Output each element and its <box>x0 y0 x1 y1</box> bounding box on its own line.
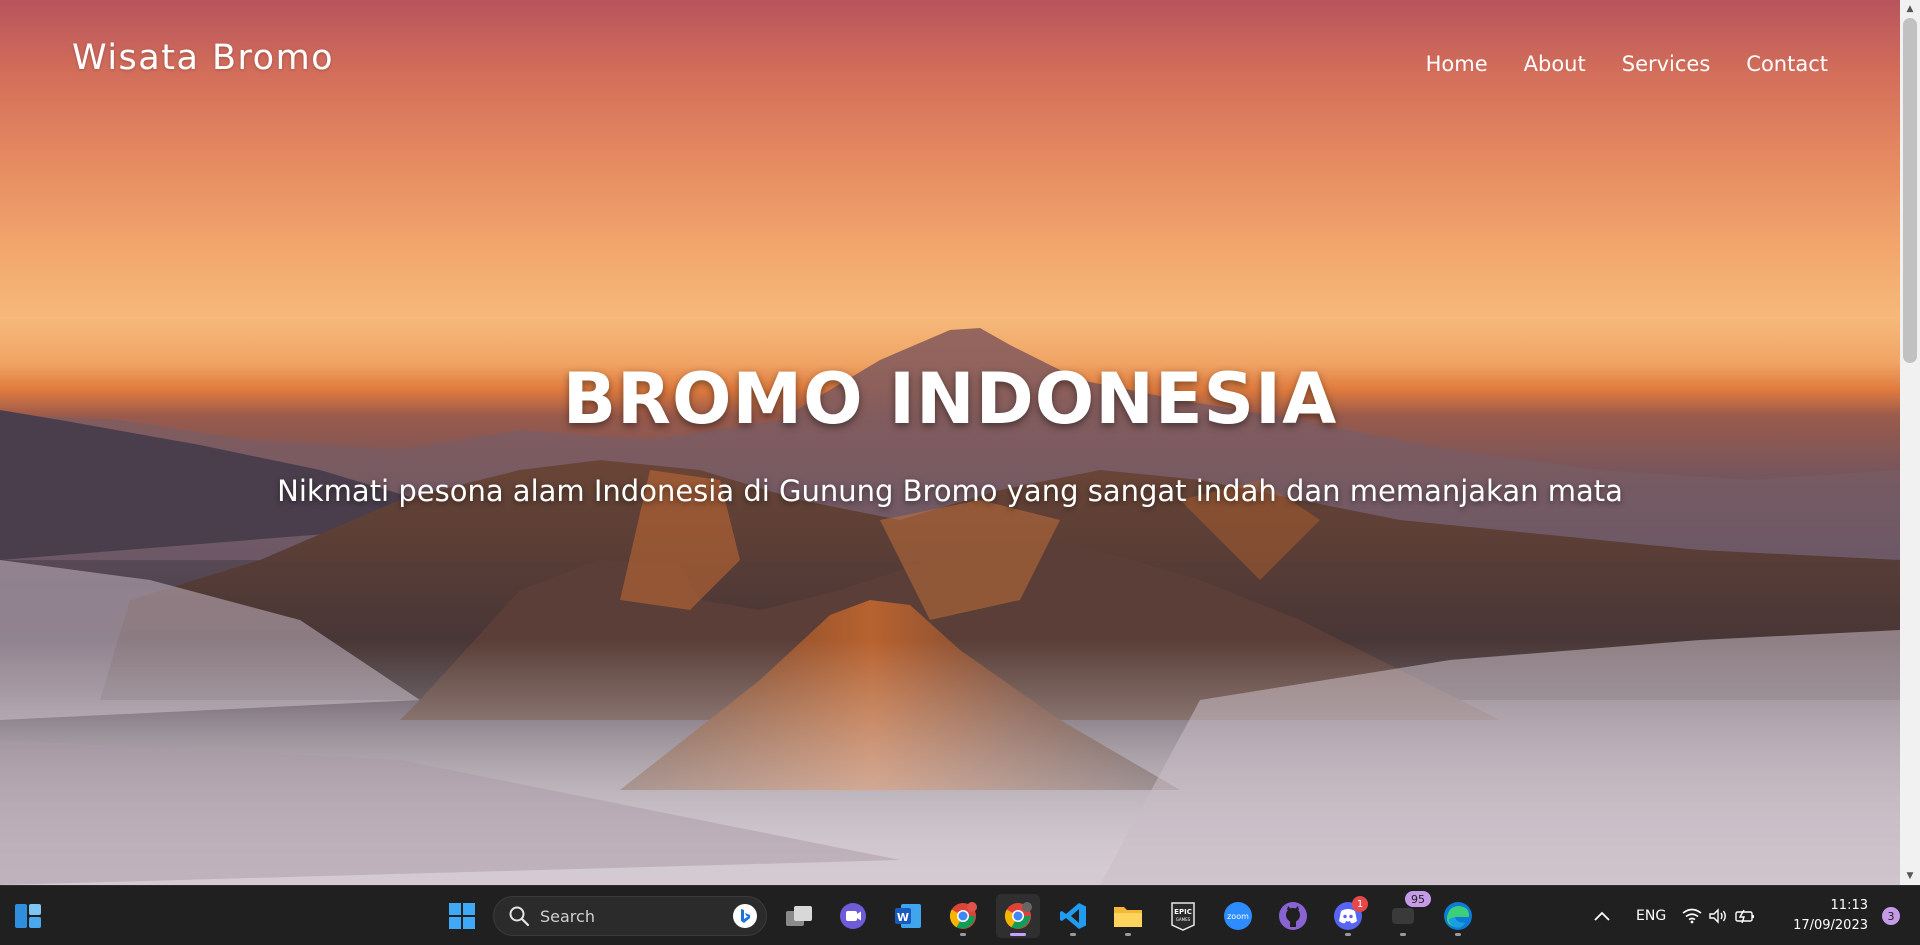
taskbar-app-epic-games[interactable]: EPIC GAMES <box>1161 894 1205 938</box>
notification-center-badge[interactable]: 3 <box>1882 907 1900 925</box>
nav-link-about[interactable]: About <box>1524 52 1586 76</box>
hero-section: Wisata Bromo Home About Services Contact… <box>0 0 1900 885</box>
svg-text:W: W <box>897 911 909 924</box>
taskbar-app-vscode[interactable] <box>1051 894 1095 938</box>
chevron-up-icon <box>1594 911 1610 921</box>
nav-link-contact[interactable]: Contact <box>1746 52 1828 76</box>
widgets-icon <box>15 904 41 928</box>
taskbar-app-github[interactable] <box>1271 894 1315 938</box>
bromo-landscape-image <box>0 328 1900 885</box>
taskbar-app-messages[interactable]: 95 <box>1381 891 1431 938</box>
widgets-button[interactable] <box>6 894 50 938</box>
battery-charging-icon <box>1735 909 1754 924</box>
hero-subtitle: Nikmati pesona alam Indonesia di Gunung … <box>277 474 1623 508</box>
svg-text:EPIC: EPIC <box>1174 908 1192 916</box>
show-hidden-icons-button[interactable] <box>1580 894 1624 938</box>
volume-icon <box>1709 908 1726 924</box>
taskbar-app-chrome-active[interactable] <box>996 894 1040 938</box>
svg-text:GAMES: GAMES <box>1176 917 1191 922</box>
app-notification-badge: 95 <box>1405 891 1431 907</box>
word-icon: W <box>895 904 921 928</box>
site-brand-logo[interactable]: Wisata Bromo <box>72 38 334 78</box>
taskbar-app-word[interactable]: W <box>886 894 930 938</box>
main-navigation: Home About Services Contact <box>1426 52 1828 76</box>
windows-start-icon <box>449 903 475 929</box>
edge-icon <box>1444 902 1472 930</box>
browser-viewport: Wisata Bromo Home About Services Contact… <box>0 0 1920 885</box>
svg-text:zoom: zoom <box>1227 912 1249 921</box>
task-view-button[interactable] <box>777 894 821 938</box>
scroll-down-arrow-icon[interactable]: ▼ <box>1900 867 1920 885</box>
video-chat-icon <box>840 903 866 929</box>
vscode-icon <box>1060 903 1086 929</box>
taskbar-search-box[interactable]: Search <box>493 896 767 936</box>
hero-title: BROMO INDONESIA <box>562 358 1338 440</box>
nav-link-home[interactable]: Home <box>1426 52 1488 76</box>
discord-notification-badge: 1 <box>1352 896 1368 912</box>
taskbar-app-meet[interactable] <box>831 894 875 938</box>
taskbar-app-file-explorer[interactable] <box>1106 894 1150 938</box>
chrome-icon <box>1004 902 1032 929</box>
taskbar-app-chrome-profile[interactable] <box>941 894 985 938</box>
taskbar-clock[interactable]: 11:13 17/09/2023 <box>1793 896 1868 936</box>
wifi-icon <box>1682 908 1702 924</box>
vertical-scrollbar[interactable]: ▲ ▼ <box>1900 0 1920 885</box>
quick-settings-button[interactable] <box>1674 894 1764 938</box>
taskbar-app-discord[interactable]: 1 <box>1326 894 1370 938</box>
language-indicator[interactable]: ENG <box>1636 886 1666 945</box>
search-placeholder: Search <box>540 906 595 926</box>
github-icon <box>1279 902 1307 930</box>
start-button[interactable] <box>440 894 484 938</box>
taskbar: Search W EPIC GAMES zoom 1 95 ENG 11:13 … <box>0 885 1920 945</box>
clock-time: 11:13 <box>1830 898 1868 913</box>
taskbar-app-zoom[interactable]: zoom <box>1216 894 1260 938</box>
task-view-icon <box>786 906 812 926</box>
zoom-icon: zoom <box>1224 902 1252 930</box>
search-icon <box>509 906 530 927</box>
taskbar-app-edge[interactable] <box>1436 894 1480 938</box>
chrome-icon <box>949 902 977 929</box>
scrollbar-thumb[interactable] <box>1903 18 1917 363</box>
epic-games-icon: EPIC GAMES <box>1171 902 1195 931</box>
clock-date: 17/09/2023 <box>1793 918 1868 933</box>
file-explorer-icon <box>1114 907 1142 927</box>
bing-icon <box>733 904 757 928</box>
nav-link-services[interactable]: Services <box>1622 52 1711 76</box>
scroll-up-arrow-icon[interactable]: ▲ <box>1900 0 1920 18</box>
